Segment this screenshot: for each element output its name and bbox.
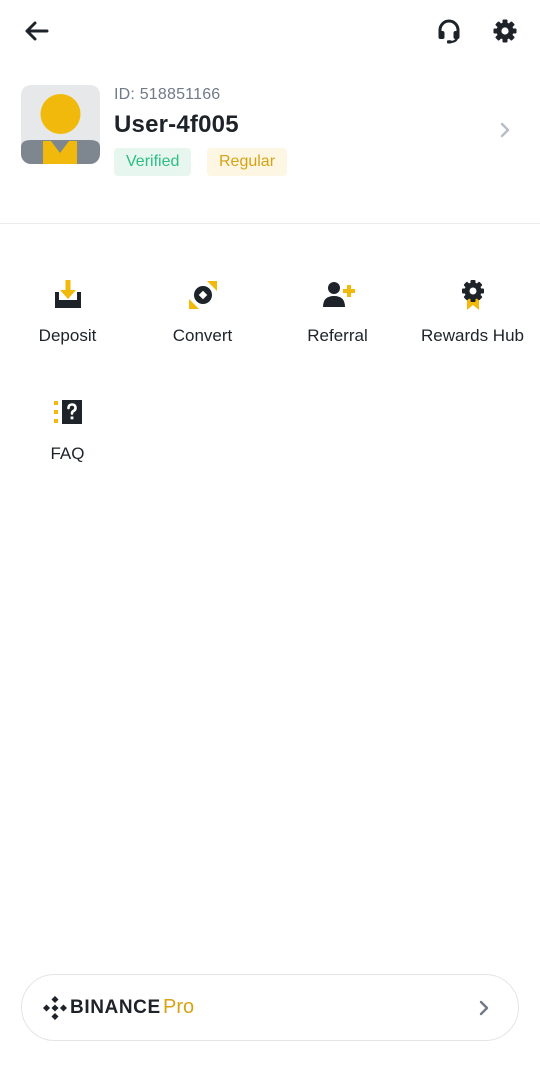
arrow-left-icon xyxy=(25,21,49,41)
award-icon xyxy=(461,280,484,310)
chevron-right-icon xyxy=(500,122,510,138)
avatar xyxy=(21,85,100,164)
shortcut-rewards-hub[interactable]: Rewards Hub xyxy=(405,278,540,378)
headset-icon xyxy=(438,19,460,44)
pro-brand-text: BINANCE xyxy=(70,997,161,1018)
deposit-icon xyxy=(54,280,81,308)
settings-button[interactable] xyxy=(487,14,523,48)
binance-logo-icon xyxy=(43,996,67,1020)
shortcut-label: Convert xyxy=(172,326,233,345)
shortcut-deposit[interactable]: Deposit xyxy=(0,278,135,378)
chevron-right-icon xyxy=(479,1000,489,1016)
shortcut-label: Deposit xyxy=(38,326,97,345)
shortcut-referral[interactable]: Referral xyxy=(270,278,405,378)
profile-card[interactable]: ID: 518851166 User-4f005 Verified Regula… xyxy=(0,80,540,190)
shortcut-label: Rewards Hub xyxy=(421,326,524,345)
shortcut-convert[interactable]: Convert xyxy=(135,278,270,378)
back-button[interactable] xyxy=(18,14,54,48)
add-user-icon xyxy=(322,282,355,307)
user-id: ID: 518851166 xyxy=(114,86,221,103)
shortcut-faq[interactable]: FAQ xyxy=(0,396,135,496)
shortcut-label: Referral xyxy=(307,326,368,345)
gear-icon xyxy=(493,19,517,43)
tier-badge: Regular xyxy=(207,148,288,176)
convert-icon xyxy=(188,281,217,309)
shortcut-label: FAQ xyxy=(50,444,85,463)
section-divider xyxy=(0,223,540,224)
faq-icon xyxy=(53,400,82,424)
customer-support-button[interactable] xyxy=(431,14,467,48)
pro-suffix-text: Pro xyxy=(163,996,195,1018)
username: User-4f005 xyxy=(114,111,239,138)
binance-pro-button[interactable]: BINANCE Pro xyxy=(21,974,519,1041)
top-bar xyxy=(0,0,540,62)
verified-badge: Verified xyxy=(114,148,192,176)
